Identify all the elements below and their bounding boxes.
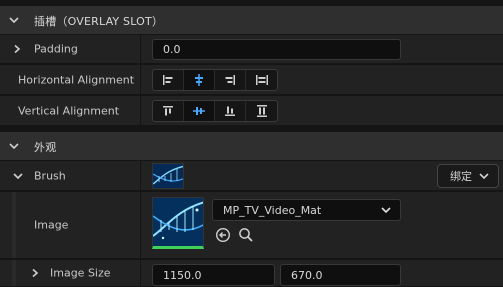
halign-left-button[interactable]	[153, 70, 184, 90]
align-bottom-icon	[225, 106, 235, 116]
valign-fill-button[interactable]	[246, 101, 277, 121]
image-asset-name: MP_TV_Video_Mat	[223, 203, 322, 217]
brush-label: Brush	[34, 169, 66, 182]
section-header-appearance[interactable]: 外观	[0, 132, 503, 160]
chevron-down-icon	[9, 17, 19, 24]
valign-top-button[interactable]	[153, 101, 184, 121]
halign-right-button[interactable]	[215, 70, 246, 90]
image-asset-dropdown[interactable]: MP_TV_Video_Mat	[212, 199, 401, 221]
valign-fill-icon	[256, 105, 267, 117]
column-divider	[140, 96, 141, 125]
property-row-vertical-alignment: Vertical Alignment	[0, 96, 503, 126]
property-row-image: Image MP_TV_Video_Mat	[0, 192, 503, 259]
label-cell: Vertical Alignment	[0, 96, 140, 125]
bind-dropdown-button[interactable]: 绑定	[437, 164, 499, 188]
vertical-alignment-label: Vertical Alignment	[18, 104, 120, 117]
horizontal-alignment-selector	[152, 69, 278, 91]
align-center-icon	[195, 74, 203, 86]
browse-search-icon	[239, 228, 253, 242]
label-cell: Brush	[0, 161, 140, 190]
chevron-down-icon	[9, 143, 19, 150]
use-selected-arrow-icon	[215, 227, 231, 243]
valign-center-button[interactable]	[184, 101, 215, 121]
padding-input[interactable]: 0.0	[152, 39, 401, 60]
chevron-right-icon[interactable]	[12, 44, 22, 54]
align-middle-icon	[193, 107, 205, 115]
image-thumbnail[interactable]	[152, 197, 204, 249]
halign-center-button[interactable]	[184, 70, 215, 90]
column-divider	[140, 65, 141, 94]
align-left-icon	[163, 75, 173, 85]
column-divider	[140, 260, 141, 286]
browse-to-asset-button[interactable]	[237, 226, 255, 244]
brush-thumbnail[interactable]	[152, 163, 184, 189]
label-cell: Image	[0, 192, 140, 258]
label-cell: Image Size	[0, 260, 140, 286]
chevron-down-icon	[381, 207, 391, 214]
property-row-brush: Brush 绑定	[0, 161, 503, 191]
dna-helix-thumbnail	[153, 164, 183, 188]
section-header-overlay-slot[interactable]: 插槽（OVERLAY SLOT）	[0, 6, 503, 34]
align-top-icon	[163, 106, 173, 116]
label-cell: Horizontal Alignment	[0, 65, 140, 94]
horizontal-alignment-label: Horizontal Alignment	[18, 73, 135, 86]
column-divider	[140, 35, 141, 63]
halign-fill-button[interactable]	[246, 70, 277, 90]
section-title: 外观	[34, 141, 57, 154]
align-right-icon	[225, 75, 235, 85]
column-divider	[140, 192, 141, 258]
image-size-x-input[interactable]: 1150.0	[152, 264, 275, 286]
property-row-padding: Padding 0.0	[0, 35, 503, 64]
bind-button-label: 绑定	[450, 170, 472, 183]
section-title: 插槽（OVERLAY SLOT）	[34, 15, 164, 28]
column-divider	[140, 161, 141, 190]
vertical-alignment-selector	[152, 100, 278, 122]
property-row-horizontal-alignment: Horizontal Alignment	[0, 65, 503, 95]
chevron-down-icon[interactable]	[12, 170, 24, 182]
padding-label: Padding	[34, 42, 78, 56]
chevron-right-icon[interactable]	[30, 268, 40, 278]
dna-helix-thumbnail	[153, 198, 203, 246]
label-cell: Padding	[0, 35, 140, 63]
chevron-down-icon	[479, 173, 489, 180]
image-size-y-input[interactable]: 670.0	[280, 264, 401, 286]
image-size-label: Image Size	[50, 266, 111, 280]
use-selected-asset-button[interactable]	[214, 226, 232, 244]
image-label: Image	[34, 218, 69, 232]
valign-bottom-button[interactable]	[215, 101, 246, 121]
align-fill-icon	[255, 75, 268, 85]
property-row-image-size: Image Size 1150.0 670.0	[0, 260, 503, 287]
